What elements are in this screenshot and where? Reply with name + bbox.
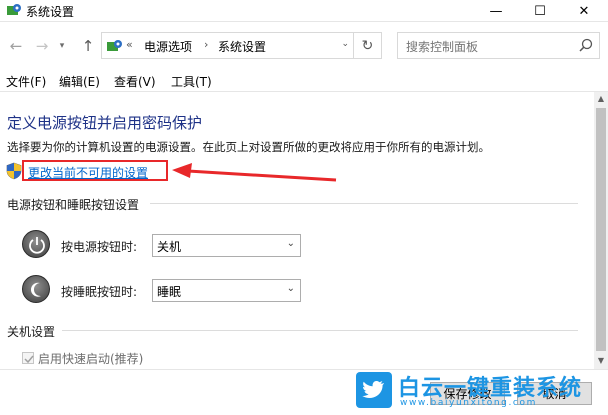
title-bar: 系统设置 — ☐ ✕ xyxy=(0,0,608,22)
up-button[interactable]: ↑ xyxy=(78,36,98,56)
control-panel-icon xyxy=(107,40,122,51)
sleep-button-value: 睡眠 xyxy=(157,285,182,299)
navigation-bar: ← → ▾ ↑ « 电源选项 › 系统设置 ⌄ ↻ 搜索控制面板 xyxy=(0,22,608,70)
minimize-button[interactable]: — xyxy=(474,0,518,22)
recent-locations-button[interactable]: ▾ xyxy=(56,36,68,56)
sleep-button-icon xyxy=(22,275,50,303)
breadcrumb-overflow-icon[interactable]: « xyxy=(126,38,133,51)
annotation-arrow xyxy=(172,163,337,182)
power-button-select[interactable]: 关机 ⌄ xyxy=(152,234,301,257)
back-button[interactable]: ← xyxy=(6,36,26,56)
address-dropdown-icon[interactable]: ⌄ xyxy=(341,39,349,49)
sleep-button-label: 按睡眠按钮时: xyxy=(61,285,138,299)
watermark-url: www.baiyunxitong.com xyxy=(400,398,537,408)
scroll-up-icon[interactable]: ▲ xyxy=(594,92,608,106)
control-panel-icon xyxy=(7,4,21,15)
menu-file[interactable]: 文件(F) xyxy=(6,73,46,90)
checkmark-icon xyxy=(24,355,34,364)
fast-startup-checkbox[interactable] xyxy=(22,352,34,364)
address-bar[interactable]: « 电源选项 › 系统设置 ⌄ xyxy=(101,32,354,59)
refresh-button[interactable]: ↻ xyxy=(354,32,382,59)
page-description: 选择要为你的计算机设置的电源设置。在此页上对设置所做的更改将应用于你所有的电源计… xyxy=(7,140,490,154)
chevron-down-icon: ⌄ xyxy=(286,283,295,294)
watermark: 白云一键重装系统 www.baiyunxitong.com xyxy=(356,370,604,410)
bird-icon xyxy=(362,381,384,399)
scroll-thumb[interactable] xyxy=(596,108,606,351)
uac-shield-icon xyxy=(6,162,22,180)
main-content: 定义电源按钮并启用密码保护 选择要为你的计算机设置的电源设置。在此页上对设置所做… xyxy=(0,92,594,415)
breadcrumb-separator-icon: › xyxy=(204,38,209,51)
menu-edit[interactable]: 编辑(E) xyxy=(59,73,100,90)
power-symbol-icon xyxy=(29,237,45,254)
menu-bar: 文件(F) 编辑(E) 查看(V) 工具(T) xyxy=(0,70,608,92)
window-title: 系统设置 xyxy=(26,5,75,19)
vertical-scrollbar[interactable]: ▲ ▼ xyxy=(594,92,608,369)
twitter-bird-logo-icon xyxy=(356,372,392,408)
fast-startup-label: 启用快速启动(推荐) xyxy=(38,352,144,366)
search-icon xyxy=(579,38,593,52)
section-divider xyxy=(150,203,578,204)
scroll-down-icon[interactable]: ▼ xyxy=(594,354,608,368)
chevron-down-icon: ⌄ xyxy=(286,238,295,249)
moon-icon xyxy=(30,282,41,297)
close-button[interactable]: ✕ xyxy=(562,0,606,22)
search-input[interactable]: 搜索控制面板 xyxy=(397,32,600,59)
menu-view[interactable]: 查看(V) xyxy=(114,73,156,90)
forward-button[interactable]: → xyxy=(32,36,52,56)
sleep-button-select[interactable]: 睡眠 ⌄ xyxy=(152,279,301,302)
page-title: 定义电源按钮并启用密码保护 xyxy=(7,114,203,132)
shutdown-section-title: 关机设置 xyxy=(7,325,56,339)
power-section-title: 电源按钮和睡眠按钮设置 xyxy=(7,198,140,212)
search-placeholder: 搜索控制面板 xyxy=(406,40,479,54)
power-button-label: 按电源按钮时: xyxy=(61,240,138,254)
menu-tools[interactable]: 工具(T) xyxy=(171,73,212,90)
power-button-icon xyxy=(22,230,50,258)
power-button-value: 关机 xyxy=(157,240,182,254)
maximize-button[interactable]: ☐ xyxy=(518,0,562,22)
breadcrumb-system-settings[interactable]: 系统设置 xyxy=(218,38,266,55)
breadcrumb-power-options[interactable]: 电源选项 xyxy=(144,38,192,55)
section-divider xyxy=(62,330,578,331)
highlight-box xyxy=(22,160,168,181)
